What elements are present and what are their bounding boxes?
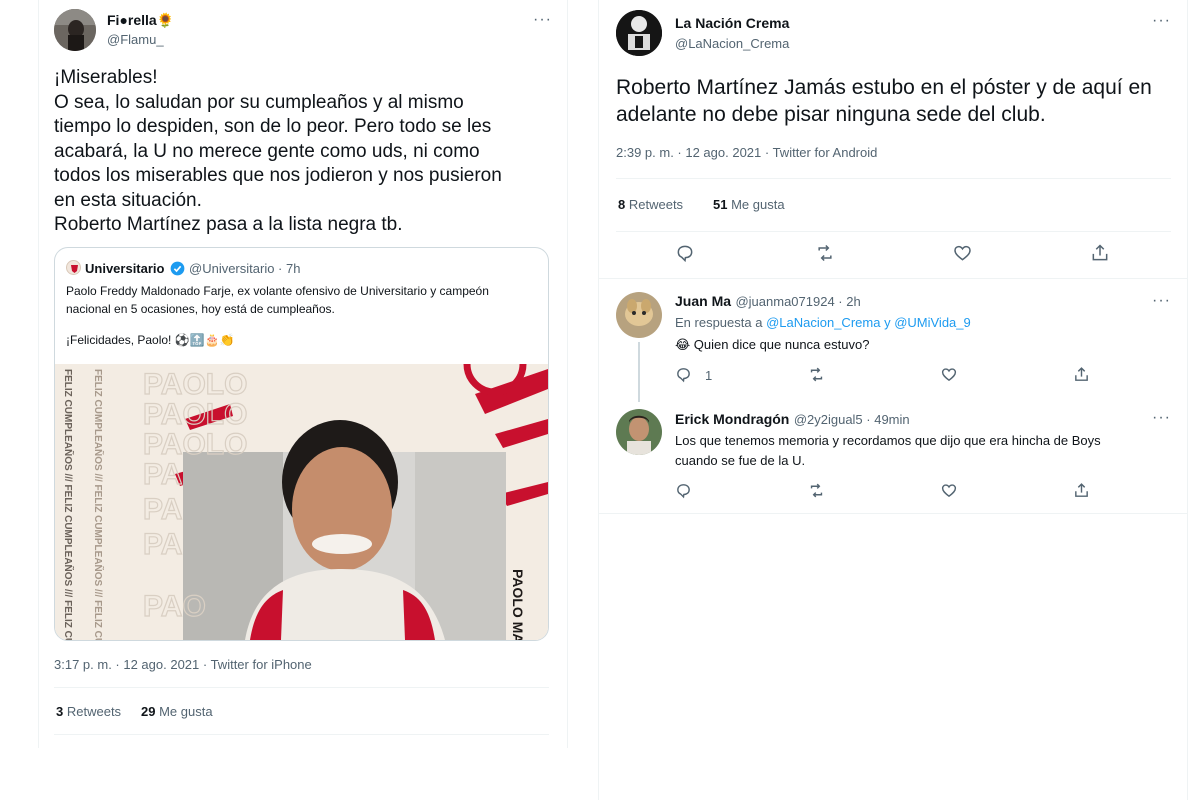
- tweet-text: Roberto Martínez Jamás estubo en el póst…: [616, 76, 1152, 126]
- reply-text: 😂 Quien dice que nunca estuvo?: [675, 337, 870, 352]
- reply-text-line: cuando se fue de la U.: [675, 453, 806, 468]
- reply-to-and: y: [884, 315, 891, 330]
- crest-icon: [71, 265, 78, 273]
- author-handle[interactable]: @Flamu_: [107, 32, 164, 47]
- tweet-text-line: en esta situación.: [54, 189, 202, 211]
- quoted-text-greeting: ¡Felicidades, Paolo! ⚽🔝🎂👏: [66, 333, 235, 347]
- erick-avatar[interactable]: [616, 409, 662, 455]
- divider: [616, 178, 1171, 179]
- retweets-label: Retweets: [66, 704, 122, 719]
- quoted-author-handle: @Universitario · 7h: [189, 261, 301, 276]
- tweet-timestamp[interactable]: 2:39 p. m. · 12 ago. 2021 · Twitter for …: [616, 145, 877, 160]
- avatar-photo-icon: [616, 409, 662, 455]
- poster-name-vertical: PAOLO MAL: [510, 569, 526, 640]
- quoted-author-name: Universitario: [85, 261, 165, 276]
- author-handle[interactable]: @LaNacion_Crema: [675, 36, 789, 51]
- tweet-text-line: Roberto Martínez pasa a la lista negra t…: [54, 214, 403, 235]
- poster-word: PA: [143, 493, 182, 526]
- tweet-text-line: ¡Miserables!: [54, 67, 158, 88]
- tweet-text-line: acabará, la U no merece gente como uds, …: [54, 140, 480, 162]
- left-tweet-panel: Fi●rella🌻 @Flamu_ ··· ¡Miserables! O sea…: [38, 0, 568, 748]
- poster-side-text: FELIZ CUMPLEAÑOS /// FELIZ CUMPLEAÑOS //…: [62, 369, 75, 640]
- quoted-tweet[interactable]: Universitario @Universitario · 7h Paolo …: [54, 247, 549, 641]
- universitario-avatar: [66, 260, 81, 275]
- retweets-label: Retweets: [628, 197, 684, 212]
- more-options-icon[interactable]: ···: [1152, 293, 1171, 309]
- poster-word: PA: [143, 528, 182, 561]
- reply-count: 1: [705, 368, 713, 383]
- poster-word: PAOLO: [143, 398, 247, 431]
- divider: [54, 734, 549, 735]
- like-icon[interactable]: [952, 243, 973, 268]
- reply-author-name[interactable]: Juan Ma: [675, 293, 731, 309]
- share-icon[interactable]: [1073, 481, 1090, 505]
- retweets-stat[interactable]: 8 Retweets: [618, 197, 683, 212]
- retweet-icon[interactable]: [814, 243, 836, 268]
- like-icon[interactable]: [940, 482, 958, 504]
- poster-graphic: PAOLO PAOLO PAOLO PA PA PA PAO FELIZ CUM…: [55, 364, 548, 640]
- share-icon[interactable]: [1073, 365, 1090, 389]
- more-options-icon[interactable]: ···: [533, 12, 552, 28]
- reply-to-mention[interactable]: @LaNacion_Crema: [766, 315, 880, 330]
- reply-author-meta[interactable]: @2y2igual5 · 49min: [794, 412, 910, 427]
- poster-word: PAOLO: [143, 368, 247, 401]
- retweets-count: 8: [618, 197, 626, 212]
- poster-word: PAO: [143, 590, 206, 623]
- more-options-icon[interactable]: ···: [1152, 13, 1171, 29]
- reply-text-line: Los que tenemos memoria y recordamos que…: [675, 433, 1101, 448]
- likes-label: Me gusta: [731, 197, 785, 212]
- reply-to-line: En respuesta a @LaNacion_Crema y @UMiVid…: [675, 313, 971, 333]
- author-name[interactable]: Fi●rella🌻: [107, 12, 174, 29]
- divider: [54, 687, 549, 688]
- tweet-timestamp[interactable]: 3:17 p. m. · 12 ago. 2021 · Twitter for …: [54, 657, 312, 672]
- author-name[interactable]: La Nación Crema: [675, 15, 789, 31]
- reply-icon[interactable]: [675, 243, 695, 268]
- divider: [599, 278, 1187, 279]
- reply-author-name[interactable]: Erick Mondragón: [675, 411, 789, 427]
- share-icon[interactable]: [1090, 242, 1110, 269]
- reply-icon[interactable]: [675, 482, 692, 504]
- likes-count: 51: [713, 197, 728, 212]
- poster-word: PA: [143, 458, 182, 491]
- reply-author-meta[interactable]: @juanma071924 · 2h: [735, 294, 860, 309]
- likes-label: Me gusta: [159, 704, 213, 719]
- juanma-avatar[interactable]: [616, 292, 662, 338]
- reply-to-prefix: En respuesta a: [675, 315, 763, 330]
- more-options-icon[interactable]: ···: [1152, 410, 1171, 426]
- reply-icon[interactable]: [675, 366, 692, 388]
- reply-text: Los que tenemos memoria y recordamos que…: [675, 431, 1175, 471]
- fiorella-avatar[interactable]: [54, 9, 96, 51]
- avatar-logo-icon: [616, 10, 662, 56]
- likes-stat[interactable]: 51 Me gusta: [713, 197, 785, 212]
- retweets-count: 3: [56, 704, 64, 719]
- tweet-text-line: todos los miserables que nos jodieron y …: [54, 165, 502, 186]
- divider: [599, 513, 1187, 514]
- birthday-poster-image[interactable]: PAOLO PAOLO PAOLO PA PA PA PAO FELIZ CUM…: [55, 364, 548, 640]
- poster-word: PAOLO: [143, 428, 247, 461]
- divider: [616, 231, 1171, 232]
- poster-side-text: FELIZ CUMPLEAÑOS /// FELIZ CUMPLEAÑOS //…: [92, 369, 105, 640]
- lanacion-avatar[interactable]: [616, 10, 662, 56]
- reply-header: Erick Mondragón @2y2igual5 · 49min: [675, 411, 910, 429]
- tweet-text: ¡Miserables! O sea, lo saludan por su cu…: [54, 66, 549, 238]
- quoted-text: Paolo Freddy Maldonado Farje, ex volante…: [66, 284, 489, 316]
- tweet-text-line: tiempo lo despiden, son de lo peor. Pero…: [54, 116, 492, 137]
- retweets-stat[interactable]: 3 Retweets: [56, 704, 121, 719]
- like-icon[interactable]: [940, 366, 958, 388]
- likes-count: 29: [141, 704, 156, 719]
- right-tweet-panel: La Nación Crema @LaNacion_Crema ··· Robe…: [598, 0, 1188, 800]
- retweet-icon[interactable]: [807, 482, 826, 504]
- avatar-photo-icon: [54, 9, 96, 51]
- tweet-text-line: O sea, lo saludan por su cumpleaños y al…: [54, 91, 464, 113]
- reply-thread-line: [638, 342, 640, 402]
- reply-to-mention[interactable]: @UMiVida_9: [894, 315, 971, 330]
- verified-badge-icon: [170, 261, 185, 276]
- avatar-photo-icon: [616, 292, 662, 338]
- retweet-icon[interactable]: [807, 366, 826, 388]
- likes-stat[interactable]: 29 Me gusta: [141, 704, 213, 719]
- reply-header: Juan Ma @juanma071924 · 2h: [675, 293, 861, 311]
